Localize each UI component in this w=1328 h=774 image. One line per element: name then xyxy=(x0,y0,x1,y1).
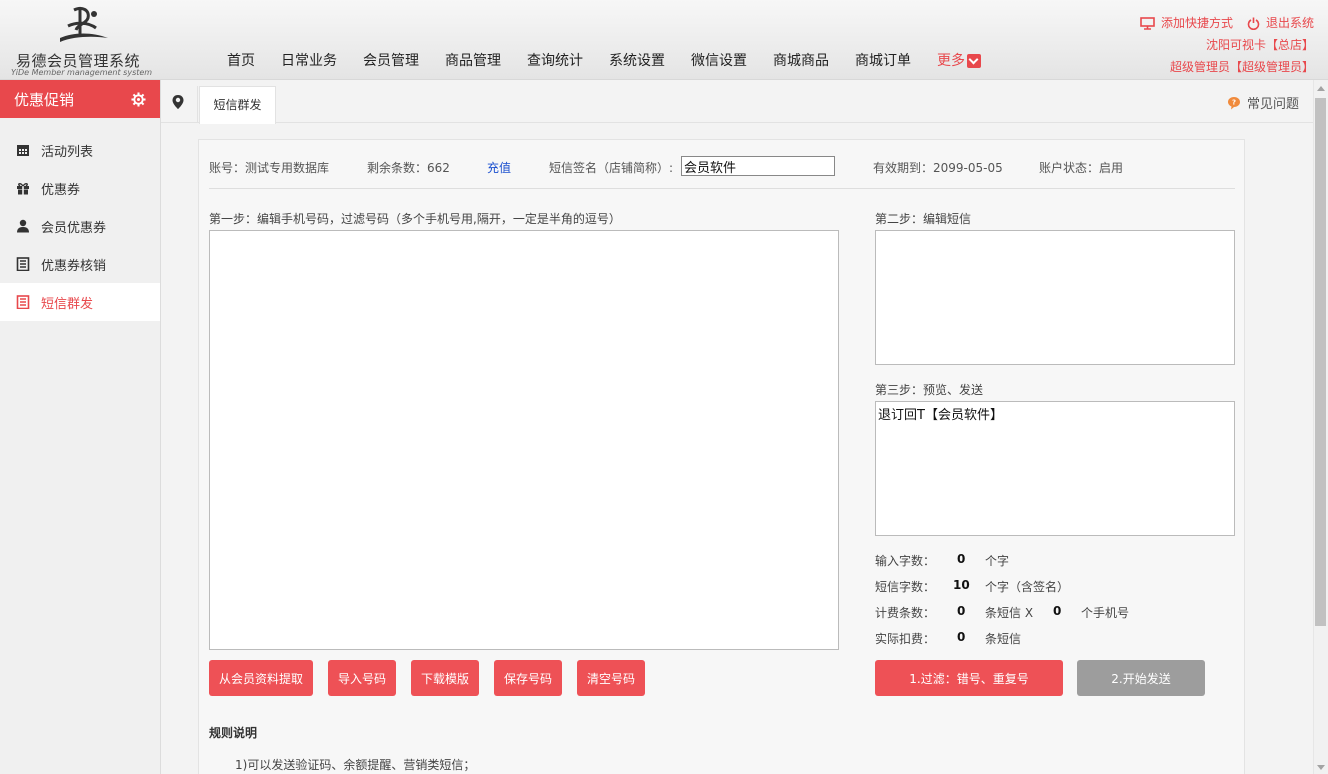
sms-preview-textarea[interactable] xyxy=(875,401,1235,536)
step1-label: 第一步：编辑手机号码，过滤号码（多个手机号用,隔开，一定是半角的逗号） xyxy=(209,212,621,226)
stat-unit: 条短信 xyxy=(985,632,1022,646)
gear-icon[interactable] xyxy=(131,91,146,107)
location-pin-icon[interactable] xyxy=(171,94,185,110)
remaining-count: 剩余条数：662 xyxy=(367,161,450,175)
calendar-icon xyxy=(17,145,29,156)
sign-input[interactable] xyxy=(681,156,835,176)
tab-bar: 短信群发 ? 常见问题 xyxy=(161,80,1313,124)
stat-label: 计费条数： xyxy=(875,606,936,620)
nav-more-label: 更多 xyxy=(937,53,965,69)
sidebar-list: 活动列表 优惠券 会员优惠券 优惠券核销 短信群发 xyxy=(0,131,160,321)
save-numbers-button[interactable]: 保存号码 xyxy=(494,660,562,696)
recharge-link[interactable]: 充值 xyxy=(487,158,511,178)
account-status: 账户状态：启用 xyxy=(1039,161,1124,175)
nav-item-home[interactable]: 首页 xyxy=(214,51,268,71)
scroll-up-arrow[interactable] xyxy=(1317,86,1325,91)
stat-value: 0 xyxy=(957,630,966,644)
gift-icon xyxy=(17,183,29,195)
nav-item-member-management[interactable]: 会员管理 xyxy=(350,51,432,71)
start-send-button[interactable]: 2.开始发送 xyxy=(1077,660,1205,696)
stat-unit: 个字 xyxy=(985,554,1010,568)
phone-unit: 个手机号 xyxy=(1081,606,1130,620)
user-icon xyxy=(17,219,29,233)
expire-date: 有效期到：2099-05-05 xyxy=(873,161,1003,175)
clear-numbers-button[interactable]: 清空号码 xyxy=(577,660,645,696)
nav-item-wechat-settings[interactable]: 微信设置 xyxy=(678,51,760,71)
add-shortcut-label: 添加快捷方式 xyxy=(1160,16,1233,30)
logo[interactable]: 易德会员管理系统 YiDe Member management system xyxy=(8,4,158,77)
sidebar-item-coupon[interactable]: 优惠券 xyxy=(0,169,160,207)
download-template-button[interactable]: 下载模版 xyxy=(411,660,479,696)
sidebar-title: 优惠促销 xyxy=(14,90,75,109)
power-icon xyxy=(1247,17,1260,30)
stat-label: 实际扣费： xyxy=(875,632,936,646)
user-info: 添加快捷方式 退出系统 沈阳可视卡【总店】 超级管理员【超级管理员】 xyxy=(1140,12,1314,78)
scrollbar-thumb[interactable] xyxy=(1315,98,1326,626)
stat-unit: 个字（含签名） xyxy=(985,580,1070,594)
nav-item-product-management[interactable]: 商品管理 xyxy=(432,51,514,71)
tab-sms-broadcast[interactable]: 短信群发 xyxy=(199,86,276,124)
question-bubble-icon: ? xyxy=(1227,96,1240,109)
input-chars-stat: 输入字数： 0 个字 xyxy=(875,552,1175,570)
nav-item-more[interactable]: 更多 xyxy=(924,51,994,71)
user-role: 超级管理员【超级管理员】 xyxy=(1169,60,1314,74)
actual-charge-stat: 实际扣费： 0 条短信 xyxy=(875,630,1175,648)
nav-item-query-stats[interactable]: 查询统计 xyxy=(514,51,596,71)
sidebar-item-sms-broadcast[interactable]: 短信群发 xyxy=(0,283,160,321)
step2-label: 第二步：编辑短信 xyxy=(875,212,972,226)
faq-link[interactable]: ? 常见问题 xyxy=(1227,93,1299,112)
extract-from-members-button[interactable]: 从会员资料提取 xyxy=(209,660,313,696)
sidebar-item-activity-list[interactable]: 活动列表 xyxy=(0,131,160,169)
sidebar: 优惠促销 活动列表 优惠券 会员优惠券 优惠券核销 短信群发 xyxy=(0,80,161,774)
sidebar-item-label: 活动列表 xyxy=(41,144,94,160)
divider xyxy=(209,188,1235,189)
billing-stat: 计费条数： 0 条短信 X 0 个手机号 xyxy=(875,604,1175,622)
brand-subtitle: YiDe Member management system xyxy=(11,68,153,77)
account-name: 账号：测试专用数据库 xyxy=(209,161,330,175)
sidebar-header: 优惠促销 xyxy=(0,80,160,118)
faq-label: 常见问题 xyxy=(1246,97,1299,112)
stat-value: 10 xyxy=(953,578,970,592)
tab-divider xyxy=(197,86,198,123)
ledger-icon xyxy=(16,257,30,271)
sidebar-item-label: 优惠券核销 xyxy=(41,258,107,274)
list-icon xyxy=(16,295,30,309)
sidebar-item-member-coupon[interactable]: 会员优惠券 xyxy=(0,207,160,245)
header: 易德会员管理系统 YiDe Member management system 首… xyxy=(0,0,1328,80)
sidebar-item-label: 会员优惠券 xyxy=(41,220,107,236)
step3-label: 第三步：预览、发送 xyxy=(875,383,984,397)
sidebar-item-label: 短信群发 xyxy=(41,296,94,312)
stat-label: 短信字数： xyxy=(875,580,936,594)
phone-count: 0 xyxy=(1053,604,1062,618)
svg-text:?: ? xyxy=(1232,98,1236,106)
scroll-down-arrow[interactable] xyxy=(1317,765,1325,770)
nav-item-system-settings[interactable]: 系统设置 xyxy=(596,51,678,71)
sign-label: 短信签名（店铺简称）: xyxy=(549,161,674,175)
logo-icon xyxy=(60,6,108,42)
rules-item: 1)可以发送验证码、余额提醒、营销类短信； xyxy=(235,758,476,772)
chevron-down-icon xyxy=(967,54,981,68)
monitor-icon xyxy=(1140,16,1155,30)
main-nav: 首页 日常业务 会员管理 商品管理 查询统计 系统设置 微信设置 商城商品 商城… xyxy=(214,51,994,71)
sms-content-textarea[interactable] xyxy=(875,230,1235,365)
store-name: 沈阳可视卡【总店】 xyxy=(1205,38,1314,52)
nav-item-daily-business[interactable]: 日常业务 xyxy=(268,51,350,71)
phone-numbers-textarea[interactable] xyxy=(209,230,839,650)
stat-unit: 条短信 X xyxy=(985,606,1034,620)
sms-chars-stat: 短信字数： 10 个字（含签名） xyxy=(875,578,1175,596)
nav-item-mall-products[interactable]: 商城商品 xyxy=(760,51,842,71)
rules-title: 规则说明 xyxy=(209,726,258,740)
stat-label: 输入字数： xyxy=(875,554,936,568)
stat-value: 0 xyxy=(957,552,966,566)
logout-label: 退出系统 xyxy=(1265,16,1314,30)
import-numbers-button[interactable]: 导入号码 xyxy=(328,660,396,696)
logout-link[interactable]: 退出系统 xyxy=(1247,12,1314,34)
stat-value: 0 xyxy=(957,604,966,618)
filter-numbers-button[interactable]: 1.过滤：错号、重复号 xyxy=(875,660,1063,696)
sidebar-item-coupon-redeem[interactable]: 优惠券核销 xyxy=(0,245,160,283)
add-shortcut-link[interactable]: 添加快捷方式 xyxy=(1140,12,1233,34)
sms-panel: 账号：测试专用数据库 剩余条数：662 充值 短信签名（店铺简称）: 有效期到：… xyxy=(198,139,1245,774)
sidebar-item-label: 优惠券 xyxy=(41,182,81,198)
nav-item-mall-orders[interactable]: 商城订单 xyxy=(842,51,924,71)
